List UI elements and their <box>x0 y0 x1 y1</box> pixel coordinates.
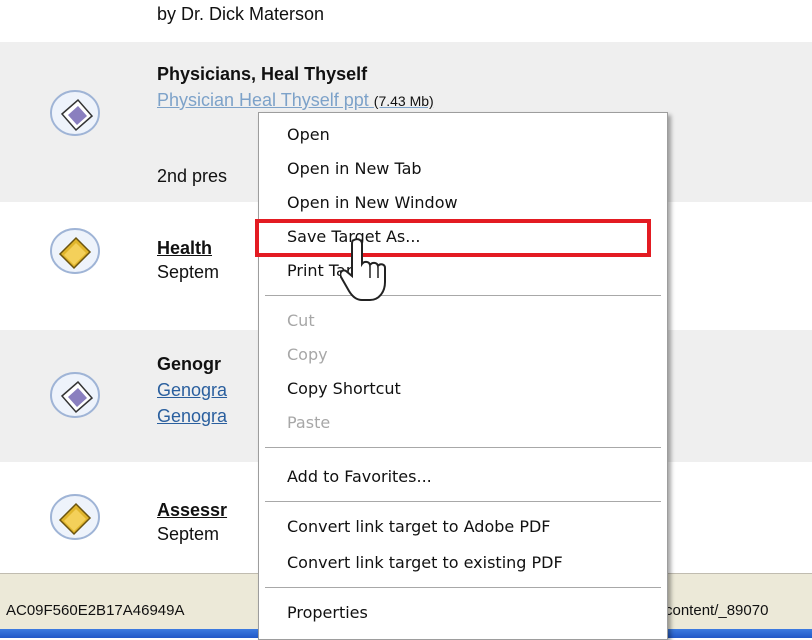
menu-separator <box>265 295 661 297</box>
menu-item-copy-shortcut[interactable]: Copy Shortcut <box>287 379 401 398</box>
menu-item-convert-existing-pdf[interactable]: Convert link target to existing PDF <box>287 553 563 572</box>
status-text-right: content/_89070 <box>665 602 769 619</box>
item-title[interactable]: Assessr <box>157 500 227 521</box>
item-link[interactable]: Genogra <box>157 380 227 401</box>
menu-item-properties[interactable]: Properties <box>287 603 368 622</box>
menu-separator <box>265 447 661 449</box>
author-line: by Dr. Dick Materson <box>157 4 325 24</box>
presentation-file-icon <box>50 90 100 136</box>
menu-item-copy: Copy <box>287 345 328 364</box>
item-title[interactable]: Genogr <box>157 354 221 375</box>
item-link[interactable]: Physician Heal Thyself ppt (7.43 Mb) <box>157 90 434 111</box>
context-menu: Open Open in New Tab Open in New Window … <box>255 112 668 640</box>
menu-item-open-new-tab[interactable]: Open in New Tab <box>287 159 422 178</box>
item-title[interactable]: Health <box>157 238 212 259</box>
item-title[interactable]: Physicians, Heal Thyself <box>157 64 367 85</box>
menu-item-convert-adobe-pdf[interactable]: Convert link target to Adobe PDF <box>287 517 550 536</box>
folder-icon <box>50 494 100 540</box>
intro-row: by Dr. Dick Materson <box>0 0 812 42</box>
folder-icon <box>50 228 100 274</box>
menu-separator <box>265 587 661 589</box>
hand-pointer-cursor-icon <box>340 238 386 301</box>
menu-item-add-to-favorites[interactable]: Add to Favorites... <box>287 467 432 486</box>
menu-item-cut: Cut <box>287 311 315 330</box>
status-text-left: AC09F560E2B17A46949A <box>6 602 185 619</box>
menu-item-open[interactable]: Open <box>287 125 330 144</box>
item-link[interactable]: Genogra <box>157 406 227 427</box>
file-size: (7.43 Mb) <box>373 93 434 109</box>
presentation-file-icon <box>50 372 100 418</box>
item-date: Septem <box>157 524 220 544</box>
menu-item-open-new-window[interactable]: Open in New Window <box>287 193 458 212</box>
menu-separator <box>265 501 661 503</box>
item-date: Septem <box>157 262 220 282</box>
menu-item-paste: Paste <box>287 413 331 432</box>
item-description: 2nd pres <box>157 166 228 186</box>
